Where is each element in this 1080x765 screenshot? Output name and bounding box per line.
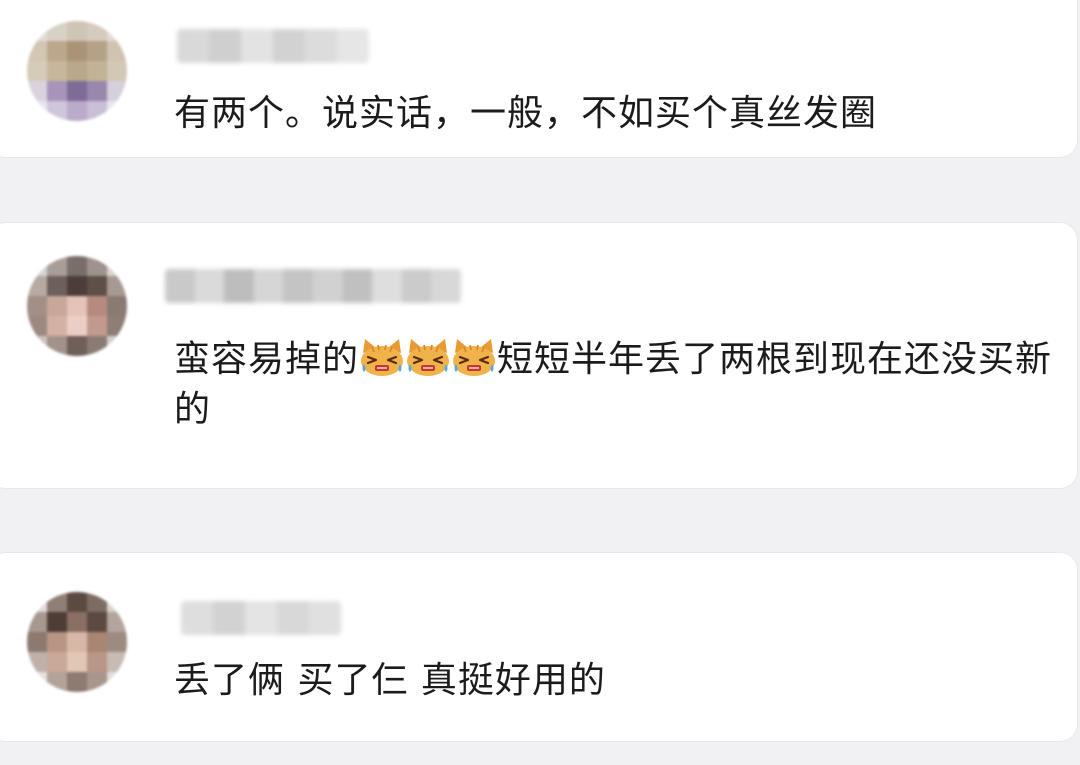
comment-text-segment: 有两个。说实话，一般，不如买个真丝发圈 [174, 93, 878, 134]
comment-card[interactable]: 蛮容易掉的 短短半年丢了两根到现在还没买新的 [0, 222, 1078, 489]
username[interactable] [165, 269, 461, 303]
comment-text: 蛮容易掉的 短短半年丢了两根到现在还没买新的 [174, 335, 1069, 435]
user-avatar[interactable] [27, 256, 127, 356]
comment-card[interactable]: 有两个。说实话，一般，不如买个真丝发圈 [0, 0, 1078, 158]
user-avatar[interactable] [27, 21, 127, 121]
comment-text: 有两个。说实话，一般，不如买个真丝发圈 [174, 89, 1069, 139]
comment-text-segment: 蛮容易掉的 [174, 339, 360, 380]
crying-cat-face-icon [407, 339, 450, 376]
crying-cat-face-icon [453, 339, 496, 376]
comment-text: 丢了俩 买了仨 真挺好用的 [174, 656, 1069, 706]
comment-text-segment: 丢了俩 买了仨 真挺好用的 [174, 660, 606, 701]
user-avatar[interactable] [27, 592, 127, 692]
comment-card[interactable]: 丢了俩 买了仨 真挺好用的 [0, 552, 1078, 742]
username[interactable] [181, 601, 341, 635]
username[interactable] [177, 29, 369, 63]
crying-cat-face-icon [361, 339, 404, 376]
